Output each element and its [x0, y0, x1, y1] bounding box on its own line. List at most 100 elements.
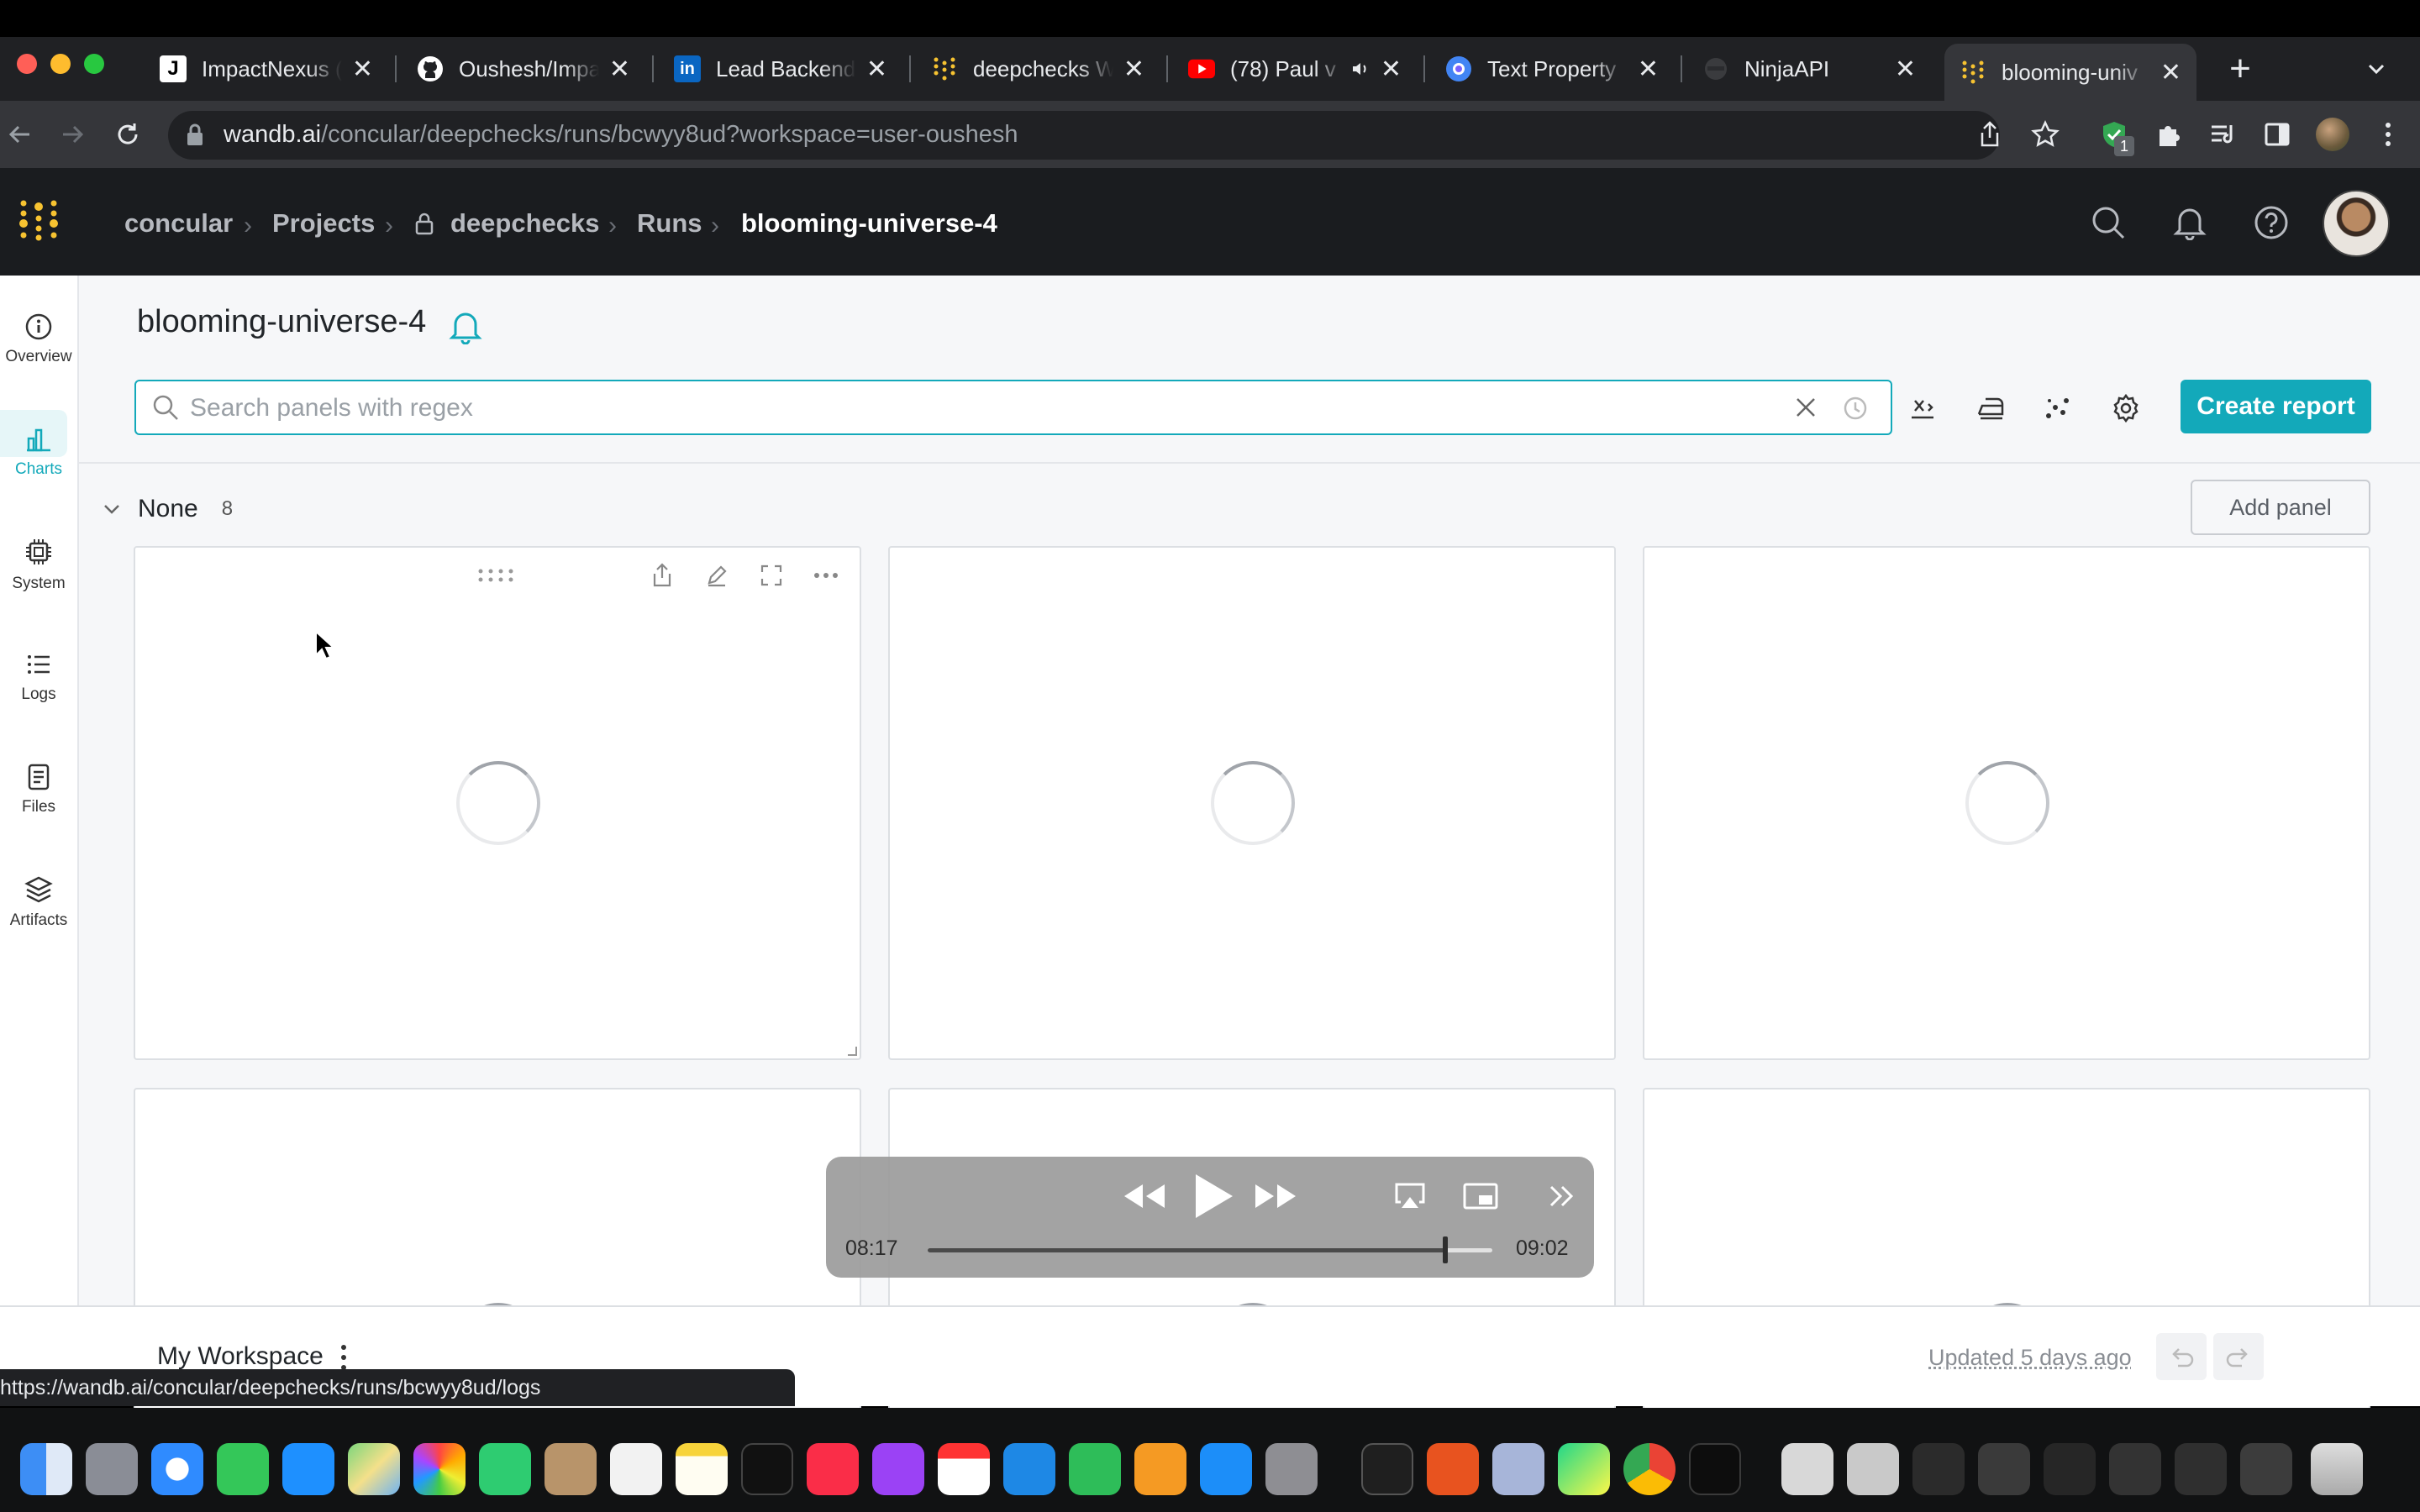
- breadcrumb-runs[interactable]: Runs: [637, 208, 702, 239]
- window-thumbnail-icon[interactable]: [1781, 1443, 1833, 1495]
- run-alert-bell-icon[interactable]: [449, 309, 482, 344]
- browser-tab[interactable]: J ImpactNexus ( ✕: [145, 44, 388, 94]
- finder-icon[interactable]: [20, 1443, 72, 1495]
- forward-icon[interactable]: [55, 118, 89, 151]
- search-history-icon[interactable]: [1842, 395, 1869, 422]
- reload-icon[interactable]: [111, 118, 145, 151]
- new-tab-button[interactable]: +: [2222, 50, 2259, 87]
- office-icon[interactable]: [1427, 1443, 1479, 1495]
- rail-item-charts[interactable]: Charts: [0, 402, 77, 502]
- notifications-bell-icon[interactable]: [2173, 205, 2207, 240]
- share-icon[interactable]: [1973, 118, 2007, 151]
- smoothing-iron-icon[interactable]: [1971, 390, 2008, 427]
- search-icon[interactable]: [2091, 205, 2126, 240]
- bookmark-star-icon[interactable]: [2028, 118, 2062, 151]
- close-icon[interactable]: ✕: [352, 55, 373, 84]
- window-thumbnail-icon[interactable]: [2109, 1443, 2161, 1495]
- extensions-puzzle-icon[interactable]: [2151, 118, 2185, 151]
- settings-gear-icon[interactable]: [2107, 390, 2144, 427]
- tab-search-chevron-icon[interactable]: [2360, 52, 2393, 86]
- pages-icon[interactable]: [1134, 1443, 1186, 1495]
- chrome-icon[interactable]: [1623, 1443, 1676, 1495]
- chart-panel[interactable]: [134, 546, 861, 1060]
- rail-item-system[interactable]: System: [0, 514, 77, 615]
- facetime-icon[interactable]: [479, 1443, 531, 1495]
- rail-item-artifacts[interactable]: Artifacts: [0, 852, 77, 953]
- user-avatar[interactable]: [2323, 190, 2390, 257]
- notes-icon[interactable]: [676, 1443, 728, 1495]
- close-icon[interactable]: ✕: [1381, 55, 1402, 84]
- resize-handle-icon[interactable]: [846, 1045, 858, 1057]
- window-close-button[interactable]: [17, 54, 37, 74]
- breadcrumb-run[interactable]: blooming-universe-4: [741, 208, 997, 239]
- maps-icon[interactable]: [348, 1443, 400, 1495]
- browser-tab[interactable]: in Lead Backend ✕: [659, 44, 902, 94]
- create-report-button[interactable]: Create report: [2181, 380, 2371, 433]
- system-settings-icon[interactable]: [1265, 1443, 1318, 1495]
- messages-icon[interactable]: [217, 1443, 269, 1495]
- reminders-icon[interactable]: [610, 1443, 662, 1495]
- x-axis-setting-icon[interactable]: [1904, 390, 1941, 427]
- add-panel-button[interactable]: Add panel: [2191, 480, 2370, 535]
- apple-tv-icon[interactable]: [741, 1443, 793, 1495]
- close-icon[interactable]: ✕: [1895, 55, 1916, 84]
- launchpad-icon[interactable]: [86, 1443, 138, 1495]
- player-progress-knob[interactable]: [1443, 1236, 1449, 1263]
- numbers-icon[interactable]: [1069, 1443, 1121, 1495]
- browser-tab[interactable]: NinjaAPI ✕: [1687, 44, 1931, 94]
- mail-icon[interactable]: [282, 1443, 334, 1495]
- trash-icon[interactable]: [2311, 1443, 2363, 1495]
- music-icon[interactable]: [807, 1443, 859, 1495]
- iterm-icon[interactable]: [1689, 1443, 1741, 1495]
- window-thumbnail-icon[interactable]: [1847, 1443, 1899, 1495]
- rewind-icon[interactable]: [1121, 1178, 1168, 1215]
- close-icon[interactable]: ✕: [1638, 55, 1659, 84]
- panel-search[interactable]: [134, 380, 1892, 435]
- browser-tab[interactable]: (78) Paul v ✕: [1173, 44, 1417, 94]
- back-icon[interactable]: [3, 118, 37, 151]
- fullscreen-panel-icon[interactable]: [757, 561, 786, 590]
- podcasts-icon[interactable]: [872, 1443, 924, 1495]
- chrome-menu-icon[interactable]: [2371, 118, 2405, 151]
- browser-tab[interactable]: Text Property ✕: [1430, 44, 1674, 94]
- outliers-scatter-icon[interactable]: [2039, 390, 2075, 427]
- expand-player-icon[interactable]: [1546, 1183, 1576, 1210]
- close-icon[interactable]: ✕: [609, 55, 630, 84]
- photos-icon[interactable]: [413, 1443, 466, 1495]
- contacts-icon[interactable]: [544, 1443, 597, 1495]
- drag-handle-icon[interactable]: [477, 568, 518, 583]
- breadcrumb-project[interactable]: deepchecks: [450, 208, 600, 239]
- breadcrumb-projects[interactable]: Projects: [272, 208, 375, 239]
- browser-tab-active[interactable]: blooming-univ ✕: [1944, 44, 2196, 101]
- rail-item-overview[interactable]: Overview: [0, 289, 77, 390]
- app-store-icon[interactable]: [1200, 1443, 1252, 1495]
- window-minimize-button[interactable]: [50, 54, 71, 74]
- rail-item-files[interactable]: Files: [0, 739, 77, 840]
- workspace-menu-icon[interactable]: [339, 1344, 348, 1371]
- chart-panel[interactable]: [1643, 546, 2370, 1060]
- fast-forward-icon[interactable]: [1252, 1178, 1299, 1215]
- side-panel-icon[interactable]: [2260, 118, 2294, 151]
- address-url[interactable]: wandb.ai/concular/deepchecks/runs/bcwyy8…: [224, 121, 1018, 149]
- profile-avatar[interactable]: [2316, 118, 2349, 151]
- chart-panel[interactable]: [888, 546, 1616, 1060]
- more-options-icon[interactable]: [812, 561, 840, 590]
- redo-button[interactable]: [2213, 1333, 2264, 1380]
- edit-panel-icon[interactable]: [702, 561, 731, 590]
- airplay-icon[interactable]: [1392, 1179, 1428, 1213]
- keynote-icon[interactable]: [1003, 1443, 1055, 1495]
- pycharm-icon[interactable]: [1558, 1443, 1610, 1495]
- workspace-name[interactable]: My Workspace: [157, 1342, 324, 1371]
- window-thumbnail-icon[interactable]: [1978, 1443, 2030, 1495]
- panel-section-header[interactable]: None 8: [101, 492, 233, 526]
- speaker-icon[interactable]: [1350, 59, 1370, 79]
- browser-tab[interactable]: Oushesh/Impa ✕: [402, 44, 645, 94]
- chevron-down-icon[interactable]: [101, 498, 123, 520]
- close-icon[interactable]: ✕: [1123, 55, 1144, 84]
- wandb-logo-icon[interactable]: [17, 198, 60, 242]
- rail-item-logs[interactable]: Logs: [0, 627, 77, 727]
- media-queue-icon[interactable]: [2207, 118, 2240, 151]
- play-icon[interactable]: [1188, 1171, 1239, 1221]
- panel-search-input[interactable]: [190, 391, 1786, 425]
- window-thumbnail-icon[interactable]: [2175, 1443, 2227, 1495]
